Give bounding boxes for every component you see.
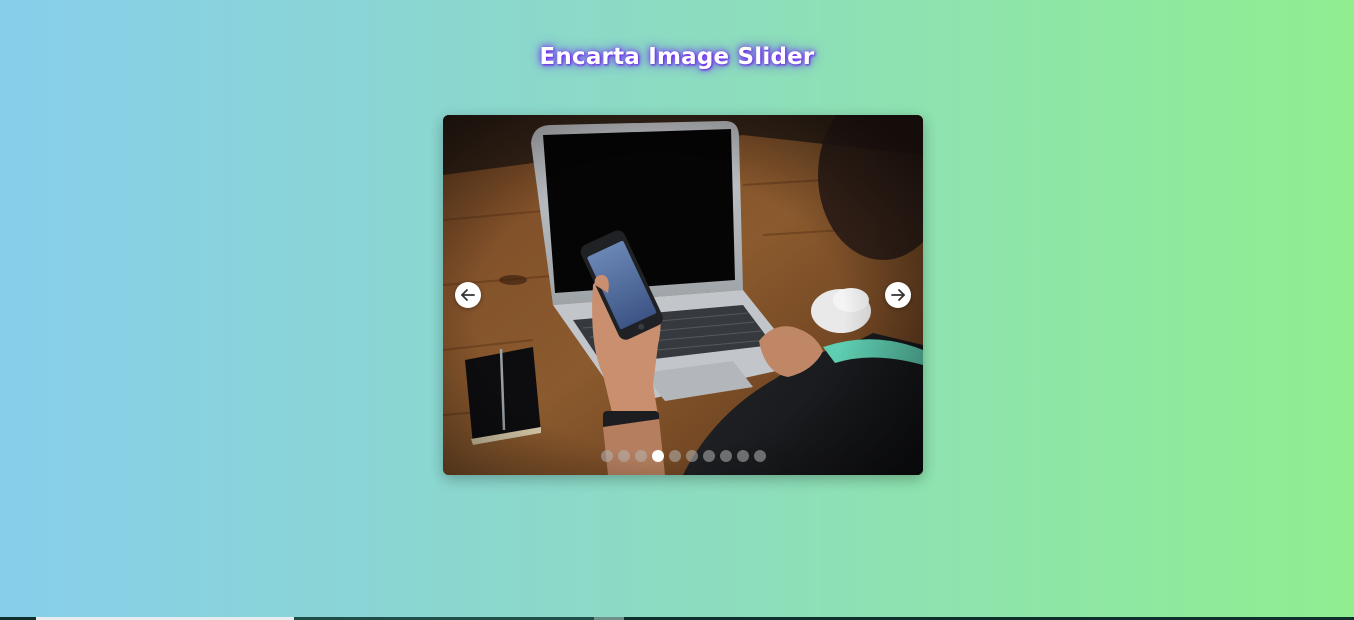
slide-dot-1[interactable]	[600, 450, 613, 462]
slide-image	[443, 115, 923, 475]
slide-dot-2[interactable]	[617, 450, 630, 462]
prev-slide-button[interactable]	[455, 282, 481, 308]
image-slider	[443, 115, 923, 475]
slide-dot-4[interactable]	[651, 450, 664, 462]
next-slide-button[interactable]	[885, 282, 911, 308]
slide-dot-8[interactable]	[719, 450, 732, 462]
slide-dot-7[interactable]	[702, 450, 715, 462]
page-title: Encarta Image Slider	[539, 44, 815, 70]
slide-indicators	[443, 450, 923, 462]
slide-dot-10[interactable]	[753, 450, 766, 462]
slide-dot-9[interactable]	[736, 450, 749, 462]
arrow-right-icon	[891, 289, 905, 301]
arrow-left-icon	[461, 289, 475, 301]
slide-dot-3[interactable]	[634, 450, 647, 462]
slide-dot-5[interactable]	[668, 450, 681, 462]
slide-dot-6[interactable]	[685, 450, 698, 462]
